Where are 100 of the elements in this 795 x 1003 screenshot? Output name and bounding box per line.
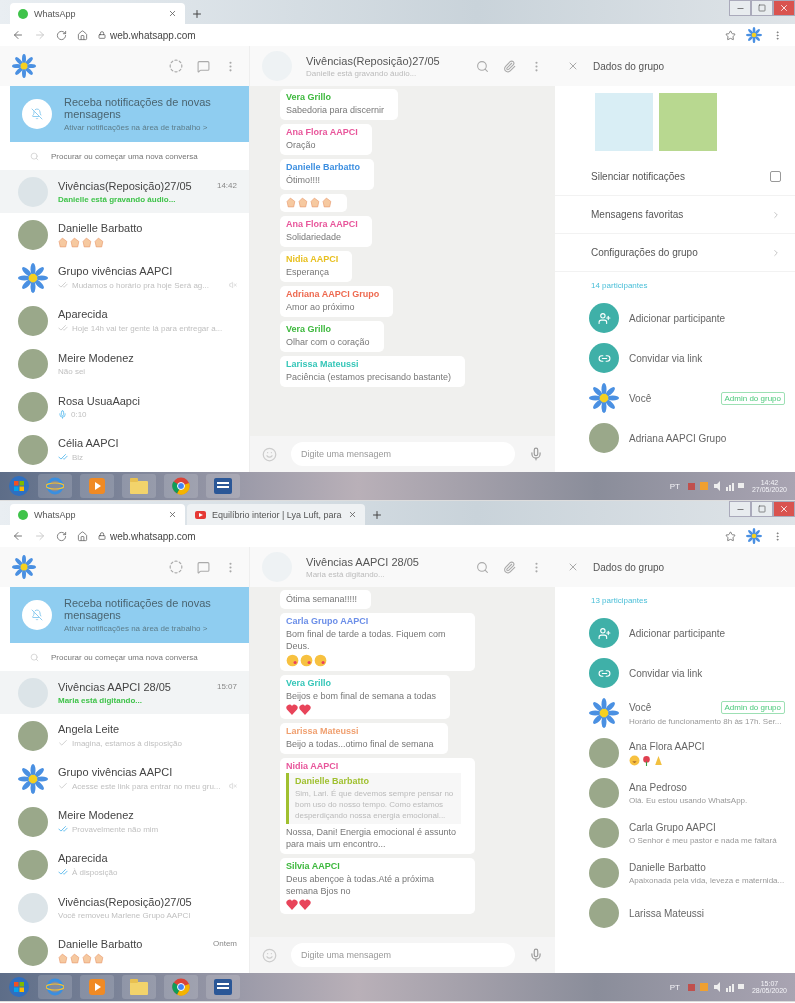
search-icon[interactable]	[476, 560, 489, 574]
tray-icons-drawing[interactable]	[687, 982, 744, 992]
chat-time: 14:42	[216, 181, 237, 190]
lock-icon	[98, 532, 106, 540]
notification-banner[interactable]: Receba notificações de novas mensagens Ativar notificações na área de trabalho >	[10, 587, 249, 643]
flower-icon	[589, 383, 619, 413]
participant-action[interactable]: Adicionar participante	[555, 298, 795, 338]
address-field[interactable]: web.whatsapp.com	[110, 29, 196, 41]
home-icon[interactable]	[77, 530, 88, 542]
close-icon[interactable]	[168, 510, 177, 519]
close-icon[interactable]	[168, 9, 177, 18]
message-text: Olhar com o coração	[286, 336, 370, 348]
flower-icon	[18, 763, 48, 794]
chat-name: Vivências AAPCI 28/05	[58, 680, 172, 693]
paperclip-icon[interactable]	[503, 59, 516, 73]
settings-item[interactable]: Mensagens favoritas	[555, 196, 795, 234]
start-button-icon[interactable]	[8, 475, 30, 497]
taskbar-app[interactable]	[206, 474, 240, 498]
browser-tab[interactable]: Equilíbrio interior | Lya Luft, para	[187, 504, 365, 525]
flower-icon	[746, 27, 762, 43]
participant-item[interactable]: Adriana AAPCI Grupo	[555, 418, 795, 458]
notification-banner[interactable]: Receba notificações de novas mensagens Ativar notificações na área de trabalho >	[10, 86, 249, 142]
participant-item[interactable]: Ana Flora AAPCI	[555, 733, 795, 773]
sender-name: Nidia AAPCI	[286, 761, 340, 771]
paperclip-icon[interactable]	[503, 560, 516, 574]
settings-item[interactable]: Configurações do grupo	[555, 234, 795, 272]
taskbar-app[interactable]	[80, 975, 114, 999]
back-icon[interactable]	[12, 29, 24, 41]
home-icon[interactable]	[77, 29, 88, 41]
plus-icon	[191, 8, 203, 20]
close-window-button[interactable]	[773, 0, 795, 16]
microphone-icon[interactable]	[529, 948, 543, 962]
message-input[interactable]: Digite uma mensagem	[291, 442, 515, 466]
participant-item[interactable]: Ana Pedroso Olá. Eu estou usando WhatsApp.	[555, 773, 795, 813]
participant-action[interactable]: Convidar via link	[555, 653, 795, 693]
star-icon[interactable]	[725, 530, 736, 542]
checkbox[interactable]	[770, 171, 781, 182]
participant-item[interactable]: Carla Grupo AAPCI O Senhor é meu pastor e nada me faltará	[555, 813, 795, 853]
sender-name: Vera Grillo	[286, 92, 333, 102]
reload-icon[interactable]	[56, 530, 67, 542]
chat-name: Aparecida	[58, 852, 109, 864]
maximize-button[interactable]	[751, 0, 773, 16]
participant-name: Você	[629, 392, 653, 404]
participant-item[interactable]: Você Admin do grupo	[555, 378, 795, 418]
browser-tab[interactable]: WhatsApp	[10, 3, 185, 24]
close-icon[interactable]	[347, 510, 357, 519]
avatar-photo	[589, 738, 619, 768]
search-field[interactable]: Procurar ou começar uma nova conversa	[49, 651, 219, 663]
forward-icon[interactable]	[34, 530, 46, 542]
add-person-icon	[589, 618, 619, 648]
new-chat-icon[interactable]	[197, 59, 210, 73]
avatar-photo	[18, 720, 48, 751]
close-icon[interactable]	[567, 60, 579, 72]
panel-title: Dados do grupo	[593, 60, 665, 72]
taskbar-app[interactable]	[206, 975, 240, 999]
chat-item[interactable]: Vivências AAPCI 28/05 15:07 Maria está digitando...	[0, 671, 249, 714]
sender-name: Vera Grillo	[286, 324, 333, 334]
close-icon[interactable]	[567, 561, 579, 573]
emoji-icon[interactable]	[262, 947, 277, 963]
participant-item[interactable]: Larissa Mateussi	[555, 893, 795, 933]
address-field[interactable]: web.whatsapp.com	[110, 530, 196, 542]
minimize-button[interactable]	[729, 0, 751, 16]
maximize-button[interactable]	[751, 501, 773, 517]
browser-tab[interactable]: WhatsApp	[10, 504, 185, 525]
document-app-icon	[214, 979, 232, 995]
chat-item[interactable]: Vivências(Reposição)27/05 14:42 Danielle está gravando áudio...	[0, 170, 249, 213]
participant-action[interactable]: Convidar via link	[555, 338, 795, 378]
participant-action[interactable]: Adicionar participante	[555, 613, 795, 653]
emoji-icon[interactable]	[262, 446, 277, 462]
search-field[interactable]: Procurar ou começar uma nova conversa	[49, 150, 219, 162]
star-icon[interactable]	[725, 29, 736, 41]
message-text: Solidariedade	[286, 231, 343, 243]
chevron-icon	[771, 209, 781, 220]
close-window-button[interactable]	[773, 501, 795, 517]
taskbar-app[interactable]	[80, 474, 114, 498]
message-text: Nossa, Dani! Energia emocional é assunto para mais um encontro...	[286, 826, 458, 850]
sender-name: Adriana AAPCI Grupo	[286, 289, 380, 299]
tray-icons-drawing[interactable]	[687, 481, 744, 491]
check-icon	[58, 738, 68, 748]
start-button-icon[interactable]	[8, 976, 30, 998]
double-check-icon	[58, 452, 68, 462]
back-icon[interactable]	[12, 530, 24, 542]
chat-time: 15:07	[216, 682, 237, 691]
search-icon	[30, 151, 39, 161]
status-icon[interactable]	[169, 560, 183, 574]
message-input[interactable]: Digite uma mensagem	[291, 943, 515, 967]
avatar-photo	[589, 898, 619, 928]
participant-item[interactable]: Você Admin do grupo Horário de funcionamento 8h às 17h. Ser...	[555, 693, 795, 733]
forward-icon[interactable]	[34, 29, 46, 41]
participant-item[interactable]: Danielle Barbatto Apaixonada pela vida, leveza e maternida...	[555, 853, 795, 893]
chat-title: Vivências(Reposição)27/05	[306, 54, 441, 67]
participant-status: Horário de funcionamento 8h às 17h. Ser...	[629, 716, 783, 726]
microphone-icon[interactable]	[529, 447, 543, 461]
new-chat-icon[interactable]	[197, 560, 210, 574]
avatar-photo	[589, 818, 619, 848]
status-icon[interactable]	[169, 59, 183, 73]
reload-icon[interactable]	[56, 29, 67, 41]
search-icon[interactable]	[476, 59, 489, 73]
settings-item[interactable]: Silenciar notificações	[555, 158, 795, 196]
minimize-button[interactable]	[729, 501, 751, 517]
